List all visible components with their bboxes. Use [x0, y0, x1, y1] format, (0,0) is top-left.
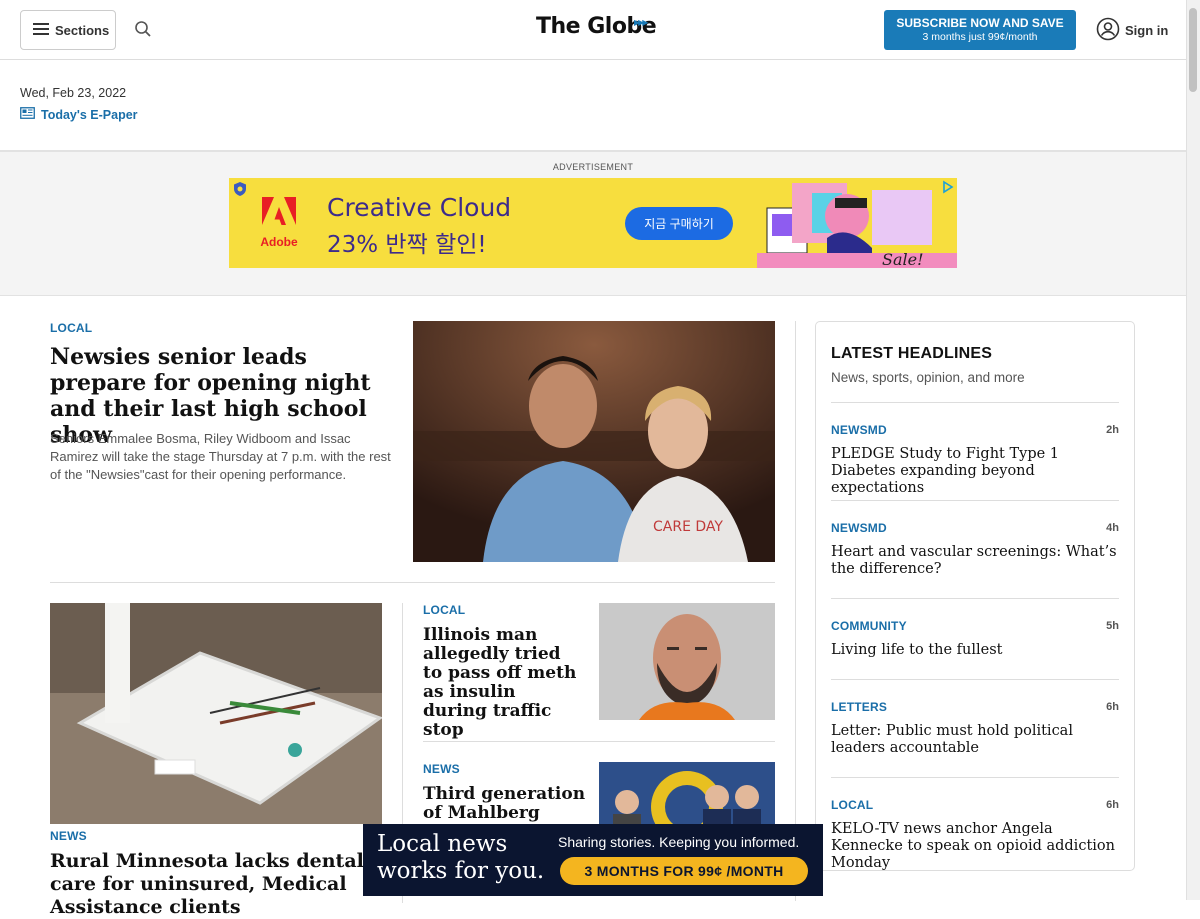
subscription-ad-headline: Local news works for you. [377, 831, 544, 885]
ad-buy-button[interactable]: 지금 구매하기 [625, 207, 733, 240]
headline-title[interactable]: PLEDGE Study to Fight Type 1 Diabetes ex… [831, 446, 1119, 497]
latest-headlines-title: LATEST HEADLINES [831, 345, 993, 362]
scrollbar-track[interactable] [1186, 0, 1200, 900]
divider [831, 679, 1119, 680]
latest-headlines-subtitle: News, sports, opinion, and more [831, 370, 1025, 385]
ad-headline: Creative Cloud [327, 193, 512, 222]
user-icon [1096, 17, 1120, 44]
ad-offer: 23% 반짝 할인! [327, 232, 487, 258]
headline-title[interactable]: KELO-TV news anchor Angela Kennecke to s… [831, 821, 1119, 872]
ad-artwork: Sale! [757, 178, 957, 269]
headline-item[interactable]: LETTERS 6h Letter: Public must hold poli… [831, 700, 1119, 757]
svg-text:CARE DAY: CARE DAY [653, 519, 723, 535]
latest-headlines-panel [815, 321, 1135, 871]
subscription-ad-headline-line1: Local news [377, 831, 508, 857]
headline-item[interactable]: NEWSMD 4h Heart and vascular screenings:… [831, 521, 1119, 578]
hamburger-icon [33, 22, 49, 39]
headline-age: 6h [1106, 799, 1119, 811]
story-section[interactable]: NEWS [423, 762, 460, 776]
subscribe-label: SUBSCRIBE NOW AND SAVE [896, 16, 1064, 30]
adobe-wordmark: Adobe [260, 235, 298, 249]
headline-section[interactable]: NEWSMD [831, 521, 887, 535]
ad-shield-icon [234, 182, 246, 196]
headline-item[interactable]: NEWSMD 2h PLEDGE Study to Fight Type 1 D… [831, 423, 1119, 497]
mugshot-photo[interactable] [599, 603, 775, 720]
story-headline[interactable]: Illinois man allegedly tried to pass off… [423, 626, 583, 740]
epaper-link[interactable]: Today's E-Paper [20, 107, 138, 122]
headline-age: 6h [1106, 701, 1119, 713]
epaper-label: Today's E-Paper [41, 107, 138, 122]
adobe-logo: Adobe [259, 196, 299, 249]
newspaper-icon [20, 107, 35, 122]
headline-title[interactable]: Living life to the fullest [831, 642, 1119, 659]
headline-age: 5h [1106, 620, 1119, 632]
divider [50, 582, 775, 583]
dental-story-photo[interactable] [50, 603, 382, 824]
headline-title[interactable]: Heart and vascular screenings: What’s th… [831, 544, 1119, 578]
lead-story-photo[interactable]: CARE DAY [413, 321, 775, 562]
story-section[interactable]: LOCAL [423, 603, 465, 617]
lead-story-dek: Seniors Emmalee Bosma, Riley Widboom and… [50, 431, 391, 482]
sign-in-label: Sign in [1125, 23, 1169, 38]
sections-label: Sections [55, 22, 110, 38]
divider [831, 402, 1119, 403]
sections-menu-button[interactable]: Sections [20, 10, 116, 50]
divider [831, 500, 1119, 501]
headline-item[interactable]: LOCAL 6h KELO-TV news anchor Angela Kenn… [831, 798, 1119, 872]
svg-text:Sale!: Sale! [882, 250, 924, 268]
subscribe-price: 3 months just 99¢/month [922, 31, 1038, 43]
headline-section[interactable]: COMMUNITY [831, 619, 907, 633]
headline-item[interactable]: COMMUNITY 5h Living life to the fullest [831, 619, 1119, 659]
subscription-ad-tagline: Sharing stories. Keeping you informed. [558, 834, 800, 850]
logo-arrows-icon: ▶▶▶ [634, 18, 649, 27]
scrollbar-thumb[interactable] [1189, 8, 1197, 92]
headline-section[interactable]: NEWSMD [831, 423, 887, 437]
current-date: Wed, Feb 23, 2022 [20, 86, 127, 100]
sign-in-button[interactable]: Sign in [1096, 17, 1168, 44]
story-headline[interactable]: Rural Minnesota lacks dental care for un… [50, 850, 380, 919]
divider [831, 598, 1119, 599]
search-icon[interactable] [134, 20, 154, 40]
subscribe-button[interactable]: SUBSCRIBE NOW AND SAVE 3 months just 99¢… [884, 10, 1076, 50]
divider [423, 741, 775, 742]
ffa-group-photo[interactable] [599, 762, 775, 832]
divider [831, 777, 1119, 778]
column-divider [795, 321, 796, 901]
headline-section[interactable]: LETTERS [831, 700, 887, 714]
headline-age: 2h [1106, 424, 1119, 436]
headline-section[interactable]: LOCAL [831, 798, 873, 812]
headline-title[interactable]: Letter: Public must hold political leade… [831, 723, 1119, 757]
subscription-ad-button[interactable]: 3 MONTHS FOR 99¢ /MONTH [560, 857, 808, 885]
lead-story-section[interactable]: LOCAL [50, 321, 92, 335]
advertisement-label: ADVERTISEMENT [552, 162, 634, 172]
headline-age: 4h [1106, 522, 1119, 534]
subscription-ad-headline-line2: works for you. [377, 858, 545, 884]
story-section[interactable]: NEWS [50, 829, 87, 843]
